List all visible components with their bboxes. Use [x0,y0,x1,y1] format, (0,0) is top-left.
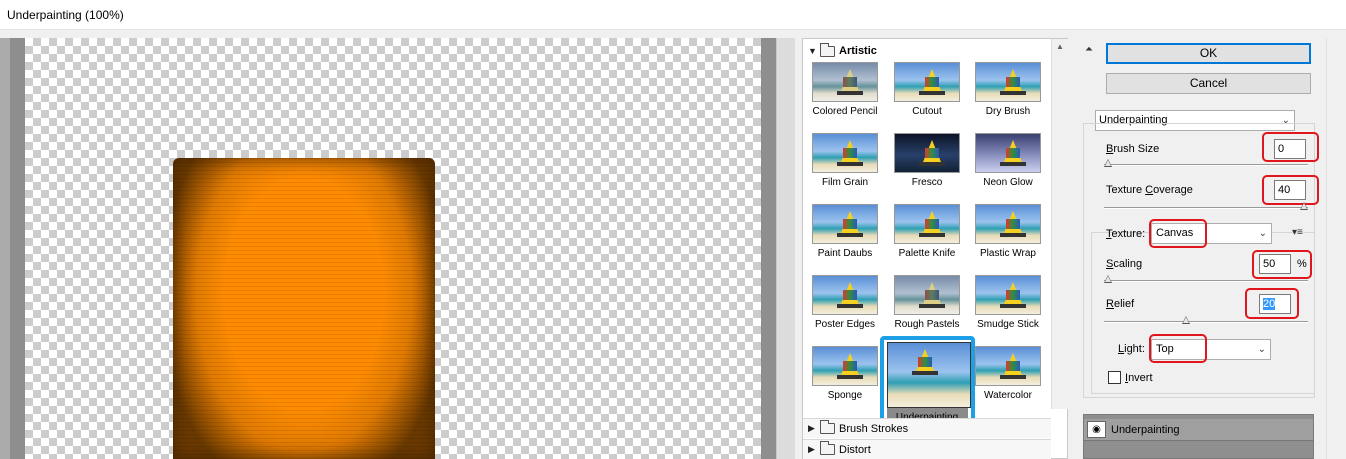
filter-preview-image [887,342,971,408]
filter-thumb-label: Neon Glow [983,177,1033,188]
filter-preview-image [975,346,1041,386]
effect-layer-name: Underpainting [1111,424,1180,436]
slider-knob[interactable] [1104,275,1112,283]
window-title: Underpainting (100%) [7,8,124,22]
filter-preview-image [812,62,878,102]
folder-icon [820,441,835,455]
filter-thumb-dry-brush[interactable]: Dry Brush [968,60,1048,128]
chevron-down-icon: ⌄ [1258,228,1267,239]
brush-size-slider[interactable] [1104,159,1308,167]
texture-coverage-label: Texture Coverage [1106,184,1193,196]
filter-thumb-film-grain[interactable]: Film Grain [805,131,885,199]
gallery-scrollbar[interactable]: ▲ [1051,39,1068,409]
slider-knob[interactable] [1300,202,1308,210]
filter-preview-image [812,133,878,173]
light-label: Light: [1118,343,1145,355]
title-bar: Underpainting (100%) [0,0,1346,30]
filter-thumb-label: Dry Brush [985,106,1031,117]
annotation-highlight [1149,334,1207,363]
folder-icon [820,42,835,57]
brush-size-label: Brush Size [1106,143,1160,155]
filter-thumb-label: Colored Pencil [812,106,878,117]
filter-preview-image [812,346,878,386]
filter-thumb-colored-pencil[interactable]: Colored Pencil [805,60,885,128]
filter-thumb-cutout[interactable]: Cutout [887,60,967,128]
annotation-highlight [1252,250,1312,279]
scaling-slider[interactable] [1104,275,1308,283]
category-expanded-icon: ▼ [808,46,817,56]
category-label: Artistic [839,45,877,57]
eye-icon[interactable]: ◉ [1087,421,1106,438]
filter-thumb-rough-pastels[interactable]: Rough Pastels [887,273,967,341]
category-brush-strokes[interactable]: ▶ Brush Strokes [803,418,1051,438]
preview-canvas[interactable] [25,38,761,459]
filter-thumb-fresco[interactable]: Fresco [887,131,967,199]
preview-scrollbar[interactable] [776,38,795,459]
filter-preview-image [975,275,1041,315]
annotation-highlight [1262,132,1319,162]
category-distort[interactable]: ▶ Distort [803,439,1051,459]
category-collapsed-icon: ▶ [808,444,815,454]
filter-preview-image [894,275,960,315]
menu-icon[interactable]: ▾≡ [1292,227,1303,238]
filter-thumb-paint-daubs[interactable]: Paint Daubs [805,202,885,270]
filter-preview-image [975,133,1041,173]
slider-knob[interactable] [1104,159,1112,167]
category-artistic[interactable]: ▼ Artistic [803,41,1051,61]
filter-thumb-watercolor[interactable]: Watercolor [968,344,1048,412]
filter-thumb-poster-edges[interactable]: Poster Edges [805,273,885,341]
preview-left-edge [0,38,10,459]
filter-thumb-label: Film Grain [821,177,869,188]
filter-preview-image [812,204,878,244]
filter-thumb-label: Paint Daubs [817,248,873,259]
effect-layer-row[interactable]: ◉ Underpainting [1084,419,1313,441]
annotation-highlight [1149,219,1207,248]
filter-thumb-underpainting[interactable]: Underpainting [887,342,971,423]
invert-label: Invert [1125,372,1153,384]
filter-thumb-label: Watercolor [984,390,1032,401]
relief-slider[interactable] [1104,316,1308,324]
filter-preview-image [812,275,878,315]
filter-preview-image [894,133,960,173]
slider-knob[interactable] [1182,316,1191,324]
filter-thumb-plastic-wrap[interactable]: Plastic Wrap [968,202,1048,270]
effect-layers: ◉ Underpainting [1083,414,1314,459]
filter-thumb-sponge[interactable]: Sponge [805,344,885,412]
filter-preview-image [894,62,960,102]
filter-thumb-neon-glow[interactable]: Neon Glow [968,131,1048,199]
folder-icon [820,420,835,434]
settings-scrollbar[interactable] [1326,38,1346,459]
category-label: Brush Strokes [839,422,909,435]
ok-button[interactable]: OK [1106,43,1311,64]
scroll-up-icon[interactable]: ▲ [1056,42,1064,51]
filter-thumb-label: Poster Edges [814,319,876,330]
double-chevron-up-icon[interactable]: ⏶ [1085,44,1093,55]
cancel-button[interactable]: Cancel [1106,73,1311,94]
filter-thumb-label: Plastic Wrap [980,248,1036,259]
annotation-highlight [1262,175,1319,205]
preview-area[interactable] [0,38,795,459]
filter-thumb-label: Smudge Stick [977,319,1039,330]
texture-coverage-slider[interactable] [1104,202,1308,210]
scaling-label: Scaling [1106,258,1143,270]
preview-image [173,158,435,459]
relief-label: Relief [1106,298,1135,310]
filter-thumb-palette-knife[interactable]: Palette Knife [887,202,967,270]
filter-thumb-smudge-stick[interactable]: Smudge Stick [968,273,1048,341]
filter-thumb-label: Sponge [827,390,863,401]
chevron-down-icon: ⌄ [1257,344,1266,355]
filter-thumb-label: Fresco [911,177,943,188]
invert-checkbox[interactable] [1108,371,1121,384]
category-collapsed-icon: ▶ [808,423,815,433]
filter-preview-image [975,62,1041,102]
texture-label: Texture: [1106,228,1146,240]
filter-preview-image [894,204,960,244]
category-label: Distort [839,443,871,456]
filter-preview-image [975,204,1041,244]
annotation-highlight [1245,288,1299,319]
filter-thumb-label: Palette Knife [898,248,956,259]
filter-thumb-label: Cutout [912,106,942,117]
filter-thumb-label: Rough Pastels [894,319,960,330]
